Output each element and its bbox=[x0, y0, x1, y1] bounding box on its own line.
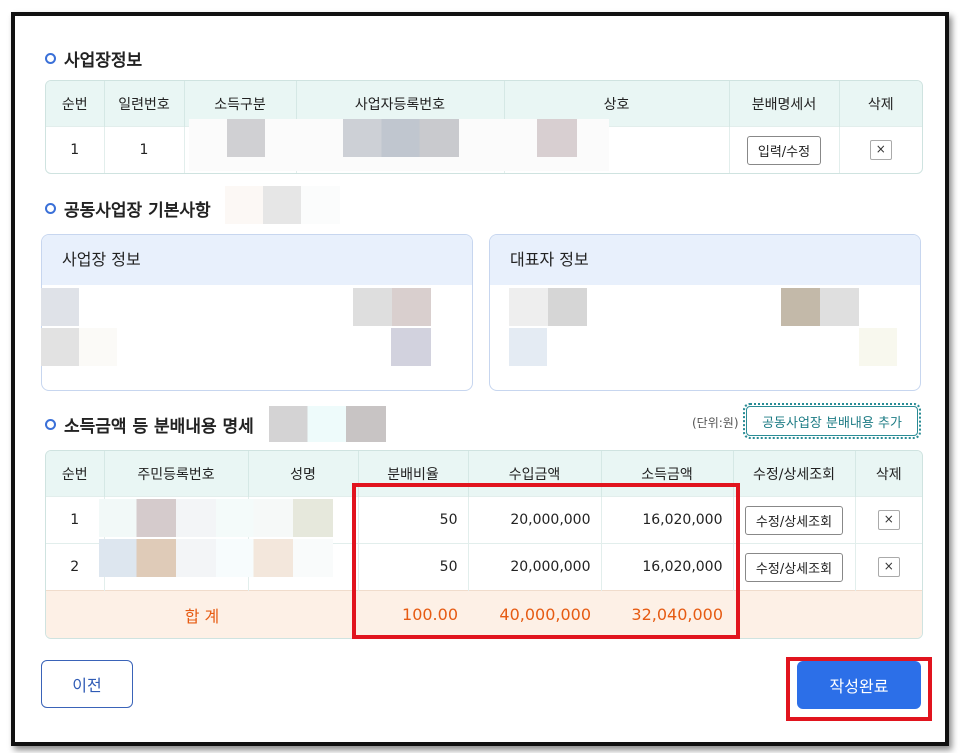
col-header: 순번 bbox=[46, 451, 105, 497]
redacted-block bbox=[99, 539, 333, 577]
col-header: 삭제 bbox=[839, 81, 922, 127]
section-joint-basic: 공동사업장 기본사항 bbox=[45, 196, 211, 221]
redacted-block bbox=[537, 119, 577, 157]
delete-icon[interactable]: × bbox=[869, 140, 892, 160]
panel-title: 사업장 정보 bbox=[42, 235, 472, 285]
redacted-block bbox=[391, 328, 431, 366]
detail-button[interactable]: 수정/상세조회 bbox=[744, 552, 844, 582]
complete-button[interactable]: 작성완료 bbox=[797, 661, 921, 709]
section-business-info: 사업장정보 bbox=[45, 46, 142, 71]
redacted-block bbox=[41, 288, 79, 326]
seq-cell: 1 bbox=[46, 126, 105, 173]
col-header: 일련번호 bbox=[104, 81, 185, 127]
serial-cell: 1 bbox=[104, 126, 185, 173]
section-title: 사업장정보 bbox=[64, 51, 143, 71]
redacted-block bbox=[509, 288, 587, 326]
total-label: 합 계 bbox=[46, 590, 358, 638]
detail-button[interactable]: 수정/상세조회 bbox=[744, 505, 844, 535]
app-window: 사업장정보 순번 일련번호 소득구분 사업자등록번호 상호 분배명세서 삭제 1… bbox=[11, 12, 949, 746]
col-header: 성명 bbox=[248, 451, 359, 497]
edit-distribution-button[interactable]: 입력/수정 bbox=[746, 135, 822, 165]
section-title: 소득금액 등 분배내용 명세 bbox=[64, 417, 254, 437]
redacted-block bbox=[269, 406, 386, 442]
redacted-block bbox=[227, 119, 265, 157]
unit-label: (단위:원) bbox=[692, 416, 739, 430]
redacted-block bbox=[859, 328, 897, 366]
add-distribution-button[interactable]: 공동사업장 분배내용 추가 bbox=[743, 403, 921, 439]
bullet-icon bbox=[45, 53, 56, 64]
seq-cell: 2 bbox=[46, 543, 105, 591]
col-header: 분배명세서 bbox=[729, 81, 840, 127]
panel-title: 대표자 정보 bbox=[490, 235, 920, 285]
delete-icon[interactable]: × bbox=[877, 510, 900, 530]
col-header: 삭제 bbox=[855, 451, 922, 497]
col-header: 주민등록번호 bbox=[104, 451, 249, 497]
redacted-block bbox=[781, 288, 859, 326]
col-header: 수정/상세조회 bbox=[733, 451, 856, 497]
highlight-box bbox=[352, 483, 740, 639]
delete-icon[interactable]: × bbox=[877, 557, 900, 577]
prev-button[interactable]: 이전 bbox=[41, 660, 133, 708]
redacted-block bbox=[225, 186, 340, 224]
seq-cell: 1 bbox=[46, 496, 105, 544]
section-title: 공동사업장 기본사항 bbox=[64, 201, 211, 221]
redacted-block bbox=[509, 328, 547, 366]
redacted-block bbox=[343, 119, 459, 157]
redacted-block bbox=[99, 499, 333, 537]
redacted-block bbox=[353, 288, 431, 326]
redacted-block bbox=[41, 328, 117, 366]
bullet-icon bbox=[45, 203, 56, 214]
bullet-icon bbox=[45, 419, 56, 430]
section-distribution: 소득금액 등 분배내용 명세 bbox=[45, 412, 254, 437]
col-header: 순번 bbox=[46, 81, 105, 127]
